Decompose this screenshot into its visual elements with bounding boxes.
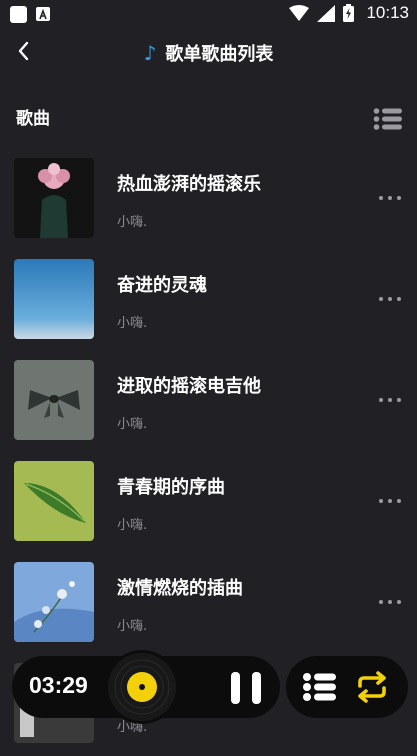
notification-icon <box>10 6 27 23</box>
song-item[interactable]: 奋进的灵魂 小嗨. <box>0 251 417 352</box>
vinyl-disc-icon[interactable] <box>108 653 176 721</box>
album-cover <box>14 461 94 541</box>
signal-icon <box>317 4 336 22</box>
more-options-icon[interactable] <box>379 295 401 303</box>
app-notification-icon <box>36 7 50 21</box>
song-title: 进取的摇滚电吉他 <box>117 376 261 397</box>
repeat-icon[interactable] <box>354 670 390 704</box>
song-item[interactable]: 热血澎湃的摇滚乐 小嗨. <box>0 150 417 251</box>
album-cover <box>14 562 94 642</box>
more-options-icon[interactable] <box>379 598 401 606</box>
more-options-icon[interactable] <box>379 497 401 505</box>
song-artist: 小嗨. <box>117 518 148 533</box>
song-title: 青春期的序曲 <box>117 477 225 498</box>
song-title: 激情燃烧的插曲 <box>117 578 243 599</box>
song-item[interactable]: 进取的摇滚电吉他 小嗨. <box>0 352 417 453</box>
song-title: 奋进的灵魂 <box>117 275 207 296</box>
status-time: 10:13 <box>366 3 409 22</box>
song-artist: 小嗨. <box>117 417 148 432</box>
battery-icon <box>343 4 355 22</box>
pause-button[interactable] <box>229 672 263 704</box>
album-cover <box>14 259 94 339</box>
status-bar: 10:13 <box>0 0 417 28</box>
song-item[interactable]: 激情燃烧的插曲 小嗨. <box>0 554 417 655</box>
page-title: 歌单歌曲列表 <box>165 44 274 65</box>
player-controls <box>286 656 408 718</box>
song-artist: 小嗨. <box>117 316 148 331</box>
song-artist: 小嗨. <box>117 215 148 230</box>
album-cover <box>14 158 94 238</box>
album-cover <box>14 360 94 440</box>
more-options-icon[interactable] <box>379 194 401 202</box>
song-title: 热血澎湃的摇滚乐 <box>117 174 261 195</box>
music-note-icon: ♪ <box>143 41 157 65</box>
section-title: 歌曲 <box>16 109 50 129</box>
more-options-icon[interactable] <box>379 396 401 404</box>
wifi-icon <box>289 5 310 21</box>
header: ♪ 歌单歌曲列表 <box>0 30 417 76</box>
section-header: 歌曲 <box>16 106 405 134</box>
song-artist: 小嗨. <box>117 619 148 634</box>
playback-time: 03:29 <box>29 672 88 698</box>
playlist-icon[interactable] <box>302 670 338 704</box>
song-item[interactable]: 青春期的序曲 小嗨. <box>0 453 417 554</box>
mini-player: 03:29 <box>12 653 280 721</box>
list-menu-icon[interactable] <box>373 106 403 132</box>
